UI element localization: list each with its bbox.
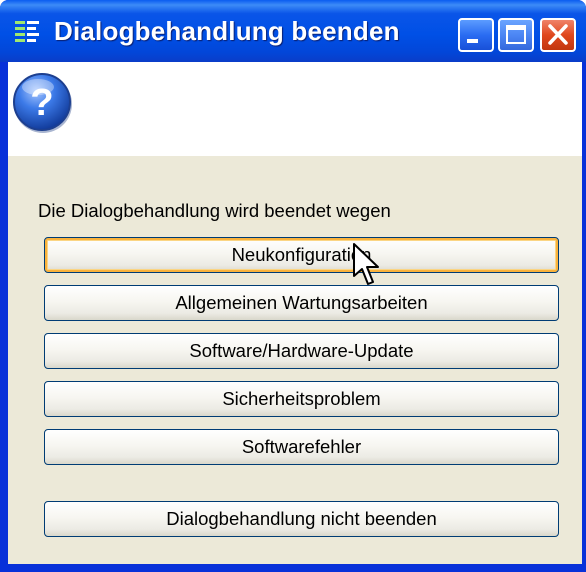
maximize-button[interactable] xyxy=(498,18,534,52)
icon-area: ? xyxy=(8,62,582,156)
title-bar[interactable]: Dialogbehandlung beenden xyxy=(0,0,586,62)
dialog-content: Die Dialogbehandlung wird beendet wegen … xyxy=(8,156,582,564)
minimize-button[interactable] xyxy=(458,18,494,52)
svg-text:?: ? xyxy=(30,82,53,124)
reason-button-software-error[interactable]: Softwarefehler xyxy=(44,429,559,465)
dialog-window: Dialogbehandlung beenden ? Die Dialogbeh… xyxy=(0,0,586,572)
window-title: Dialogbehandlung beenden xyxy=(54,16,400,46)
reason-button-update[interactable]: Software/Hardware-Update xyxy=(44,333,559,369)
window-bottom-border xyxy=(0,564,586,572)
prompt-text: Die Dialogbehandlung wird beendet wegen xyxy=(38,200,391,221)
cancel-button[interactable]: Dialogbehandlung nicht beenden xyxy=(44,501,559,537)
maximize-icon xyxy=(506,25,526,44)
minimize-icon xyxy=(467,39,478,43)
close-button[interactable] xyxy=(540,18,576,52)
reason-button-maintenance[interactable]: Allgemeinen Wartungsarbeiten xyxy=(44,285,559,321)
question-icon: ? xyxy=(13,73,72,133)
close-icon xyxy=(548,24,568,45)
reason-button-reconfiguration[interactable]: Neukonfiguration xyxy=(44,237,559,273)
list-lines-icon xyxy=(15,21,39,42)
reason-button-security[interactable]: Sicherheitsproblem xyxy=(44,381,559,417)
